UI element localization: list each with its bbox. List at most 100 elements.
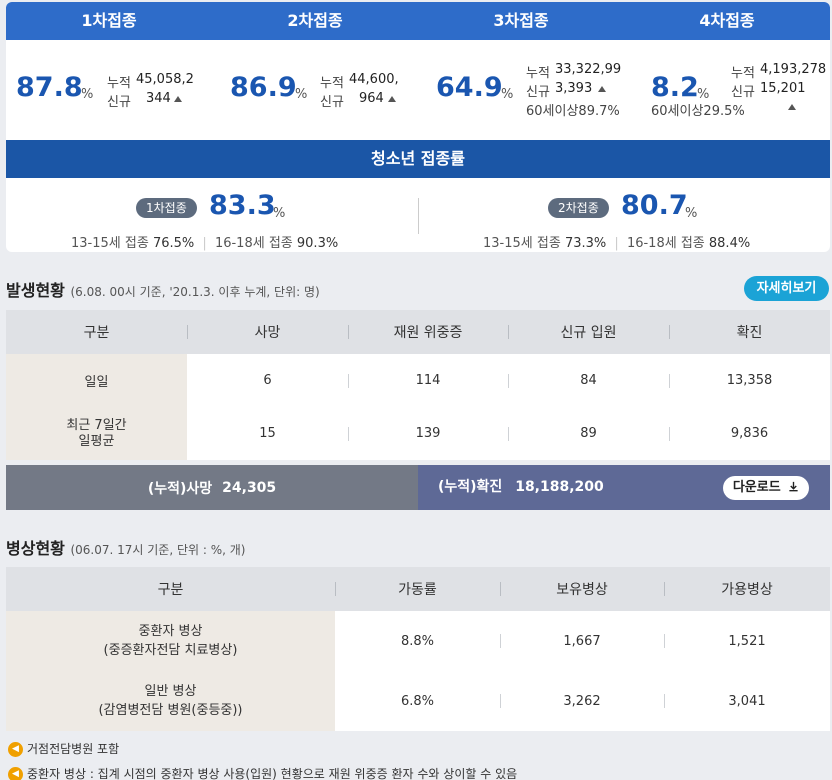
teen-first-badge: 1차접종 xyxy=(136,198,197,218)
dose-2-new-value: 964 xyxy=(359,91,384,106)
teen-second-rate: 80.7 xyxy=(621,190,688,221)
table-cell: 3,041 xyxy=(664,671,830,731)
note-text: 중환자 병상 : 집계 시점의 중환자 병상 사용(입원) 현황으로 재원 위중… xyxy=(27,767,518,780)
column-header: 신규 입원 xyxy=(508,310,669,354)
dose-3-new-value: 3,393 xyxy=(555,81,593,96)
table-cell: 15 xyxy=(259,426,276,441)
table-row: 일반 병상 (감염병전담 병원(중등중)) 6.8% 3,262 3,041 xyxy=(6,671,830,731)
cumulative-confirmed: (누적)확진 18,188,200 다운로드 xyxy=(418,465,830,510)
table-cell: 8.8% xyxy=(400,633,435,649)
bed-table-header: 구분 가동률 보유병상 가용병상 xyxy=(6,567,830,611)
dose-title-1: 1차접종 xyxy=(81,11,137,30)
download-label: 다운로드 xyxy=(732,480,781,495)
table-cell: 89 xyxy=(508,407,669,460)
bed-table: 구분 가동률 보유병상 가용병상 중환자 병상 (중증환자전담 치료병상) 8.… xyxy=(6,567,830,731)
teen-first-dose: 1차접종 83.3 % 13-15세 접종 76.5% | 16-18세 접종 … xyxy=(6,178,418,252)
row-label-line-2: (감염병전담 병원(중등중)) xyxy=(98,703,243,718)
increase-arrow-icon xyxy=(788,104,796,110)
dose-3-age60-rate: 60세이상89.7% xyxy=(526,104,620,119)
row-label-line-1: 중환자 병상 xyxy=(138,624,203,639)
occurrence-section-title: 발생현황 (6.08. 00시 기준, '20.1.3. 이후 누계, 단위: … xyxy=(6,277,320,301)
teen-first-a-label: 접종 xyxy=(124,236,149,251)
dose-title-2: 2차접종 xyxy=(287,11,343,30)
detail-button[interactable]: 자세히보기 xyxy=(744,276,829,301)
table-row: 중환자 병상 (중증환자전담 치료병상) 8.8% 1,667 1,521 xyxy=(6,611,830,671)
table-row: 일일 6 114 84 13,358 xyxy=(6,354,830,407)
teen-second-dose: 2차접종 80.7 % 13-15세 접종 73.3% | 16-18세 접종 … xyxy=(418,178,830,252)
dose-1-cum-value: 45,058,2 xyxy=(136,72,194,87)
download-icon xyxy=(789,481,798,492)
teen-first-b-value: 90.3% xyxy=(296,236,339,251)
table-cell: 3,262 xyxy=(500,671,664,731)
teen-vaccination-title: 청소년 접종률 xyxy=(6,140,830,178)
dose-3-stats: 64.9 % 누적 33,322,99 신규 3,393 60세이상89.7% xyxy=(418,40,624,140)
dose-3-cum-value: 33,322,99 xyxy=(555,62,622,77)
divider: | xyxy=(614,236,619,251)
increase-arrow-icon xyxy=(598,86,606,92)
table-cell: 114 xyxy=(348,354,508,407)
row-label-line-1: 최근 7일간 xyxy=(66,417,127,433)
teen-first-b-age: 16-18세 xyxy=(214,236,265,251)
note-text: 거점전담병원 포함 xyxy=(27,742,120,756)
note-item: ◀ 거점전담병원 포함 xyxy=(8,740,119,757)
teen-second-b-value: 88.4% xyxy=(708,236,751,251)
teen-second-b-label: 접종 xyxy=(680,236,705,251)
row-label-line-2: 일평균 xyxy=(78,433,115,449)
dose-stats-row: 87.8 % 누적 45,058,2 신규 344 86.9 % 누적 44,6… xyxy=(6,40,830,140)
table-cell: 1,521 xyxy=(664,611,830,671)
dose-title-3: 3차접종 xyxy=(493,11,549,30)
occurrence-subtitle: (6.08. 00시 기준, '20.1.3. 이후 누계, 단위: 명) xyxy=(70,285,320,299)
dose-2-cum-label: 누적 xyxy=(320,76,344,91)
teen-first-a-value: 76.5% xyxy=(152,236,195,251)
row-label-line-1: 일반 병상 xyxy=(144,684,197,699)
dose-3-new-label: 신규 xyxy=(526,85,550,100)
row-label: 중환자 병상 (중증환자전담 치료병상) xyxy=(6,611,335,671)
dose-4-cum-label: 누적 xyxy=(731,66,755,81)
teen-first-unit: % xyxy=(273,206,286,221)
dose-2-new-label: 신규 xyxy=(320,95,344,110)
teen-first-rate: 83.3 xyxy=(209,190,276,221)
column-header: 구분 xyxy=(157,582,184,598)
cumulative-confirmed-label: (누적)확진 xyxy=(438,479,503,495)
occurrence-table-header: 구분 사망 재원 위중증 신규 입원 확진 xyxy=(6,310,830,354)
table-row: 최근 7일간 일평균 15 139 89 9,836 xyxy=(6,407,830,460)
dose-1-new-label: 신규 xyxy=(107,95,131,110)
teen-second-a-age: 13-15세 xyxy=(483,236,533,251)
occurrence-title: 발생현황 xyxy=(6,281,65,300)
dose-4-stats: 8.2 % 누적 4,193,278 신규 15,201 60세이상29.5% xyxy=(624,40,830,140)
occurrence-table: 구분 사망 재원 위중증 신규 입원 확진 일일 6 114 84 13,358… xyxy=(6,310,830,460)
increase-arrow-icon xyxy=(388,96,396,102)
note-item: ◀ 중환자 병상 : 집계 시점의 중환자 병상 사용(입원) 현황으로 재원 위… xyxy=(8,765,517,780)
increase-arrow-icon xyxy=(174,96,182,102)
table-cell: 139 xyxy=(348,407,508,460)
vaccination-panel: 1차접종 2차접종 3차접종 4차접종 87.8 % 누적 45,058,2 신… xyxy=(6,2,830,252)
cumulative-bar: (누적)사망 24,305 (누적)확진 18,188,200 다운로드 xyxy=(6,465,830,510)
divider: | xyxy=(202,236,207,251)
dose-1-new-value: 344 xyxy=(146,91,171,106)
row-label: 최근 7일간 일평균 xyxy=(6,407,187,460)
column-header: 재원 위중증 xyxy=(348,310,508,354)
column-header: 가용병상 xyxy=(664,567,830,611)
download-button[interactable]: 다운로드 xyxy=(723,476,809,500)
dose-3-cum-label: 누적 xyxy=(526,66,550,81)
cumulative-death: (누적)사망 24,305 xyxy=(6,465,418,510)
column-header: 보유병상 xyxy=(500,567,664,611)
speaker-icon: ◀ xyxy=(8,767,23,780)
cumulative-death-label: (누적)사망 xyxy=(147,480,213,497)
dose-3-unit: % xyxy=(501,87,514,102)
dose-2-rate: 86.9 xyxy=(230,72,297,103)
cumulative-confirmed-text: (누적)확진 18,188,200 xyxy=(438,465,604,510)
bed-section-title: 병상현황 (06.07. 17시 기준, 단위 : %, 개) xyxy=(6,535,245,559)
dose-1-cum-label: 누적 xyxy=(107,76,131,91)
bed-subtitle: (06.07. 17시 기준, 단위 : %, 개) xyxy=(70,543,246,557)
table-cell: 1,667 xyxy=(500,611,664,671)
dose-header-row: 1차접종 2차접종 3차접종 4차접종 xyxy=(6,2,830,40)
dose-4-rate: 8.2 xyxy=(651,72,699,103)
dose-3-rate: 64.9 xyxy=(436,72,503,103)
dose-4-cum-value: 4,193,278 xyxy=(760,62,827,77)
teen-first-b-label: 접종 xyxy=(268,236,293,251)
teen-second-a-label: 접종 xyxy=(536,236,561,251)
teen-second-badge: 2차접종 xyxy=(548,198,609,218)
table-cell: 9,836 xyxy=(669,407,830,460)
dose-4-age60-rate: 60세이상29.5% xyxy=(651,104,745,119)
